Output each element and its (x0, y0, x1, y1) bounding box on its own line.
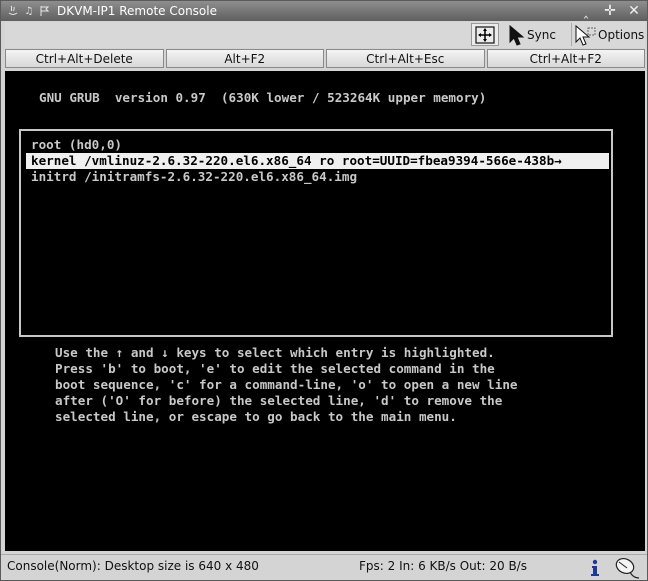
fit-screen-button[interactable] (471, 23, 499, 46)
help-line: boot sequence, 'c' for a command-line, '… (55, 377, 518, 392)
help-line: Use the ↑ and ↓ keys to select which ent… (55, 345, 495, 360)
alt-f2-button[interactable]: Alt+F2 (165, 49, 324, 68)
ctrl-alt-f2-button[interactable]: Ctrl+Alt+F2 (486, 49, 645, 68)
key-macro-bar: Ctrl+Alt+Delete Alt+F2 Ctrl+Alt+Esc Ctrl… (5, 49, 645, 69)
grub-header: GNU GRUB version 0.97 (630K lower / 5232… (39, 90, 487, 105)
ctrl-alt-delete-button[interactable]: Ctrl+Alt+Delete (5, 49, 164, 68)
close-button[interactable]: ✕ (627, 2, 641, 20)
status-bar: Console(Norm): Desktop size is 640 x 480… (1, 554, 647, 580)
move-arrows-icon (475, 25, 495, 44)
minimize-button[interactable]: ‸ (579, 2, 593, 20)
maximize-button[interactable]: ✛ (603, 2, 617, 20)
mouse-icon[interactable] (613, 556, 641, 580)
remote-console-window: ♫ DKVM-IP1 Remote Console ‸ ✛ ✕ Sync Opt… (0, 0, 648, 581)
java-icon[interactable] (7, 5, 19, 17)
ctrl-alt-esc-button[interactable]: Ctrl+Alt+Esc (326, 49, 485, 68)
throughput-status: Fps: 2 In: 6 KB/s Out: 20 B/s (359, 559, 527, 573)
sync-button[interactable]: Sync (505, 23, 567, 46)
cursor-options-icon (575, 24, 596, 46)
window-title: DKVM-IP1 Remote Console (57, 4, 217, 18)
grub-entry-root[interactable]: root (hd0,0) (31, 137, 122, 153)
title-bar[interactable]: ♫ DKVM-IP1 Remote Console ‸ ✛ ✕ (1, 1, 647, 21)
note-icon[interactable]: ♫ (23, 5, 35, 17)
toolbar: Sync Options (5, 22, 645, 48)
options-label: Options (598, 27, 645, 42)
help-line: selected line, or escape to go back to t… (55, 409, 457, 424)
flag-icon[interactable] (39, 5, 51, 17)
grub-help-text: Use the ↑ and ↓ keys to select which ent… (55, 345, 518, 425)
grub-entry-kernel-selected[interactable]: kernel /vmlinuz-2.6.32-220.el6.x86_64 ro… (26, 153, 609, 169)
cursor-arrow-icon (509, 24, 525, 46)
sync-label: Sync (527, 27, 556, 42)
info-icon[interactable] (587, 558, 603, 578)
remote-screen[interactable]: GNU GRUB version 0.97 (630K lower / 5232… (5, 71, 645, 551)
grub-entry-box: root (hd0,0) kernel /vmlinuz-2.6.32-220.… (19, 129, 613, 337)
help-line: Press 'b' to boot, 'e' to edit the selec… (55, 361, 495, 376)
console-status: Console(Norm): Desktop size is 640 x 480 (7, 559, 259, 573)
help-line: after ('O' for before) the selected line… (55, 393, 503, 408)
options-button[interactable]: Options (571, 23, 647, 46)
grub-entry-initrd[interactable]: initrd /initramfs-2.6.32-220.el6.x86_64.… (31, 169, 357, 185)
